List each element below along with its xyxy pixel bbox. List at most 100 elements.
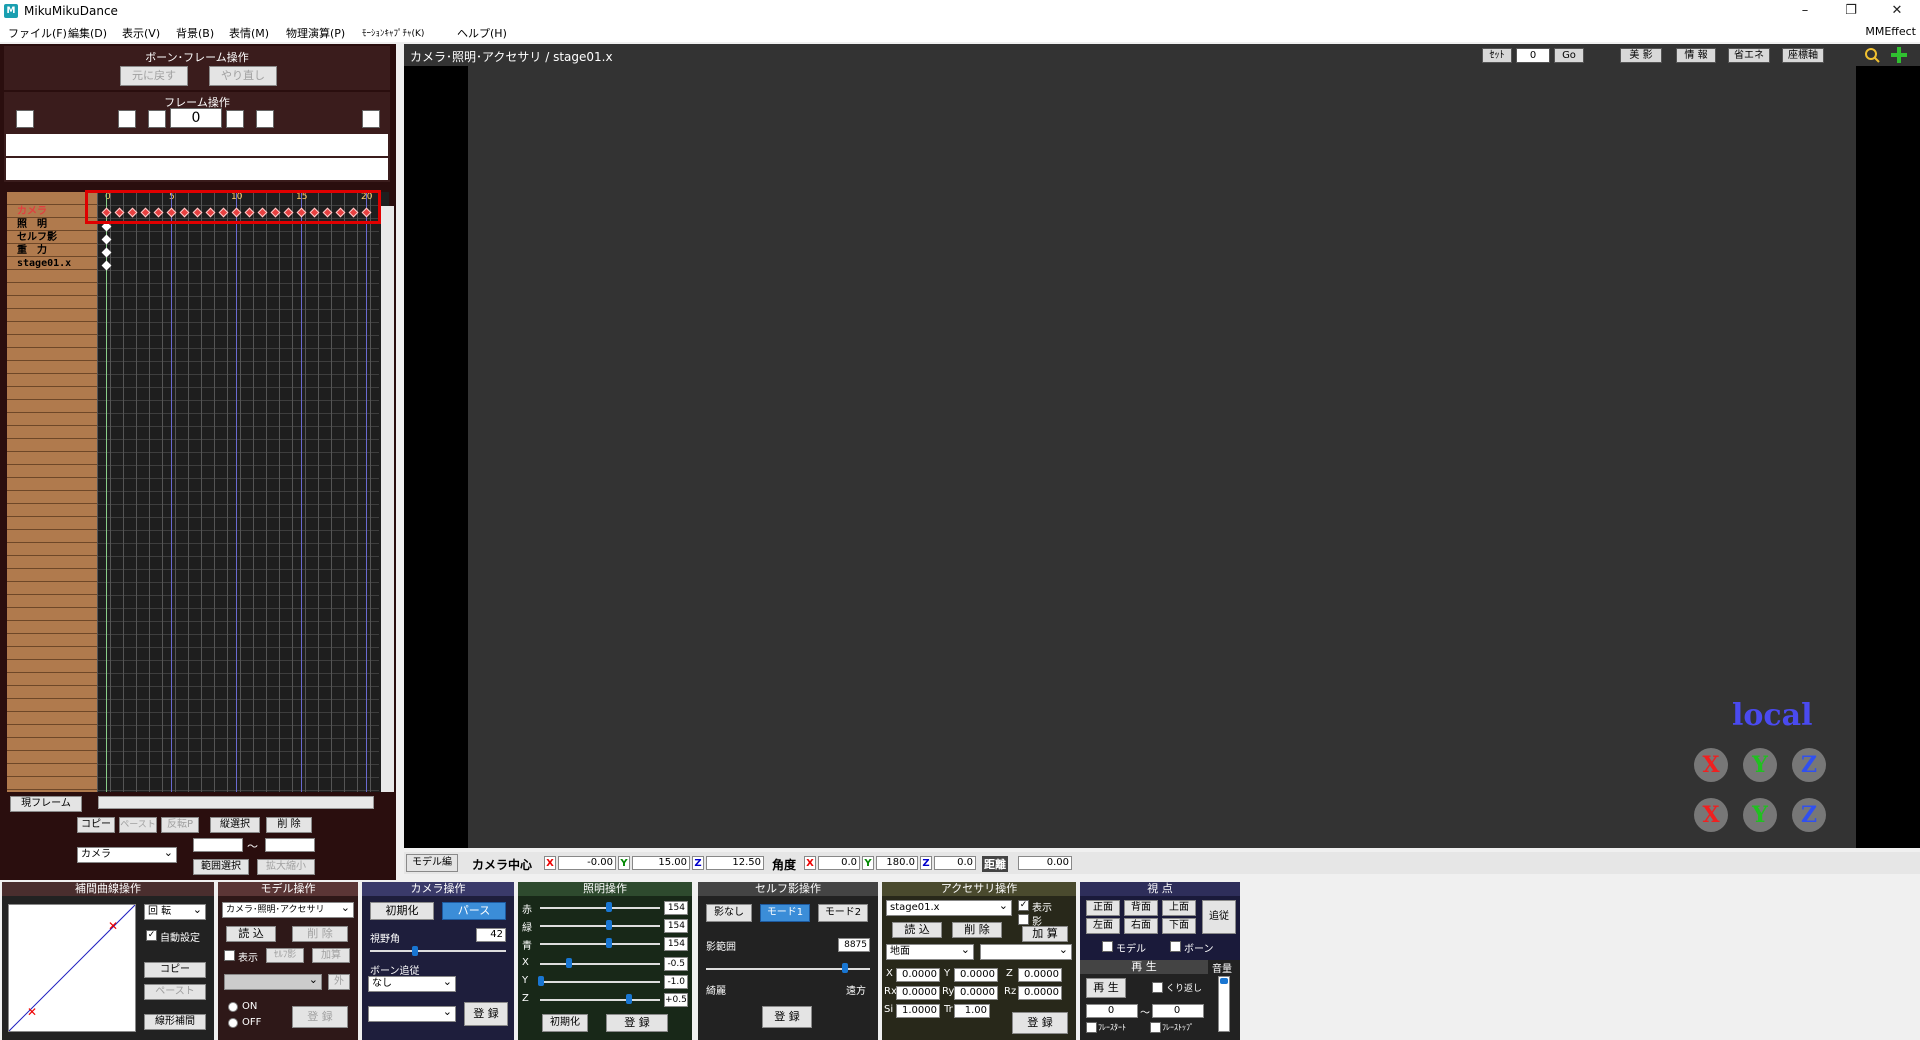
perspective-button[interactable]: パース	[442, 902, 506, 920]
linear-interp-button[interactable]: 線形補間	[144, 1014, 206, 1030]
blue-slider[interactable]	[540, 943, 660, 945]
view-bottom-button[interactable]: 下面	[1162, 918, 1196, 934]
rotate-x-icon[interactable]: X	[1694, 748, 1728, 782]
interp-copy-button[interactable]: コピー	[144, 962, 206, 978]
keyframe-marker[interactable]	[101, 247, 112, 258]
light-init-button[interactable]: 初期化	[542, 1014, 588, 1032]
off-radio[interactable]	[228, 1018, 238, 1028]
menu-edit[interactable]: 編集(D)	[68, 25, 107, 41]
interpolation-curve[interactable]: ✕ ✕	[8, 904, 136, 1032]
accessory-rx[interactable]: 0.0000	[896, 986, 940, 1000]
auto-set-checkbox[interactable]: ✓	[146, 930, 157, 941]
shadow-range-value[interactable]: 8875	[838, 938, 870, 952]
model-delete-button[interactable]: 削 除	[292, 926, 348, 942]
accessory-delete-button[interactable]: 削 除	[952, 922, 1002, 938]
model-load-button[interactable]: 読 込	[226, 926, 276, 942]
menu-help[interactable]: ヘルプ(H)	[457, 25, 507, 41]
accessory-ry[interactable]: 0.0000	[954, 986, 998, 1000]
keyframe-marker[interactable]	[101, 260, 112, 271]
accessory-parent-bone-select[interactable]	[980, 943, 1072, 960]
light-z-value[interactable]: +0.5	[664, 993, 688, 1007]
maximize-button[interactable]: ❐	[1828, 0, 1874, 22]
beauty-shadow-button[interactable]: 美 影	[1620, 48, 1662, 63]
repeat-checkbox[interactable]	[1152, 982, 1163, 993]
move-z-icon[interactable]: Z	[1792, 798, 1826, 832]
menu-expression[interactable]: 表情(M)	[229, 25, 269, 41]
frame-stop-checkbox[interactable]	[1150, 1022, 1161, 1033]
accessory-rz[interactable]: 0.0000	[1018, 986, 1062, 1000]
light-x-slider[interactable]	[540, 963, 660, 965]
view-left-button[interactable]: 左面	[1086, 918, 1120, 934]
row-label-gravity[interactable]: 重 力	[17, 245, 47, 257]
redo-button[interactable]: やり直し	[209, 66, 277, 86]
keyframe-timeline[interactable]: カメラ 照 明 セルフ影 重 力 stage01.x 0 5 10 15 20	[7, 190, 394, 792]
current-frame-button[interactable]: 現フレーム	[10, 796, 82, 812]
model-show-checkbox[interactable]	[224, 950, 235, 961]
move-plus-icon[interactable]	[1890, 46, 1908, 64]
timeline-horizontal-scrollbar[interactable]	[98, 796, 374, 809]
green-slider[interactable]	[540, 925, 660, 927]
last-frame-button[interactable]: >|	[362, 110, 380, 128]
accessory-x[interactable]: 0.0000	[896, 968, 940, 982]
outer-parent-button[interactable]: 外	[328, 974, 350, 990]
frame-number-input[interactable]: 0	[170, 108, 222, 128]
accessory-scale[interactable]: 1.0000	[896, 1004, 940, 1018]
view-follow-button[interactable]: 追従	[1202, 900, 1236, 934]
row-label-stage[interactable]: stage01.x	[17, 258, 71, 270]
menu-mmeffect[interactable]: MMEffect	[1865, 25, 1916, 38]
next-frame-button[interactable]: >	[226, 110, 244, 128]
light-y-value[interactable]: -1.0	[664, 975, 688, 989]
camera-center-z[interactable]: 12.50	[706, 856, 764, 870]
view-front-button[interactable]: 正面	[1086, 900, 1120, 916]
timeline-vertical-scrollbar[interactable]	[381, 206, 394, 792]
camera-center-y[interactable]: 15.00	[632, 856, 690, 870]
keyframe-marker[interactable]	[101, 234, 112, 245]
angle-x[interactable]: 0.0	[818, 856, 860, 870]
accessory-y[interactable]: 0.0000	[954, 968, 998, 982]
next-key-button[interactable]: >.	[256, 110, 274, 128]
menu-motion-capture[interactable]: ﾓｰｼｮﾝｷｬﾌﾟﾁｬ(K)	[362, 26, 424, 39]
rotate-y-icon[interactable]: Y	[1743, 748, 1777, 782]
frame-start-checkbox[interactable]	[1086, 1022, 1097, 1033]
target-select[interactable]: カメラ	[77, 846, 177, 863]
reverse-paste-button[interactable]: 反転P	[161, 817, 199, 833]
camera-register-button[interactable]: 登 録	[464, 1002, 508, 1026]
light-register-button[interactable]: 登 録	[606, 1014, 668, 1032]
volume-slider[interactable]	[1218, 976, 1230, 1032]
move-x-icon[interactable]: X	[1694, 798, 1728, 832]
close-button[interactable]: ✕	[1874, 0, 1920, 22]
light-z-slider[interactable]	[540, 999, 660, 1001]
blue-slider-knob[interactable]	[606, 938, 612, 948]
info-button[interactable]: 情 報	[1676, 48, 1716, 63]
model-bone-select[interactable]	[224, 973, 322, 990]
search-zoom-icon[interactable]	[1864, 47, 1880, 63]
interp-target-select[interactable]: 回 転	[144, 903, 206, 920]
view-right-button[interactable]: 右面	[1124, 918, 1158, 934]
angle-y[interactable]: 180.0	[876, 856, 918, 870]
minimize-button[interactable]: –	[1782, 0, 1828, 22]
prev-frame-button[interactable]: <	[148, 110, 166, 128]
fov-value[interactable]: 42	[476, 928, 506, 942]
accessory-shadow-checkbox[interactable]	[1018, 914, 1029, 925]
view-back-button[interactable]: 背面	[1124, 900, 1158, 916]
green-value[interactable]: 154	[664, 919, 688, 933]
timeline-grid[interactable]: 0 5 10 15 20	[85, 190, 381, 792]
shadow-mode1-button[interactable]: モード1	[760, 904, 810, 922]
menu-physics[interactable]: 物理演算(P)	[286, 25, 345, 41]
green-slider-knob[interactable]	[606, 920, 612, 930]
camera-init-button[interactable]: 初期化	[370, 902, 434, 920]
angle-z[interactable]: 0.0	[934, 856, 976, 870]
self-shadow-button[interactable]: ｾﾙﾌ影	[266, 948, 304, 963]
menu-view[interactable]: 表示(V)	[122, 25, 160, 41]
interp-paste-button[interactable]: ペースト	[144, 984, 206, 1000]
accessory-add-button[interactable]: 加 算	[1022, 926, 1068, 942]
red-value[interactable]: 154	[664, 901, 688, 915]
move-y-icon[interactable]: Y	[1743, 798, 1777, 832]
model-register-button[interactable]: 登 録	[292, 1006, 348, 1028]
accessory-select[interactable]: stage01.x	[886, 899, 1012, 916]
red-slider-knob[interactable]	[606, 902, 612, 912]
model-add-button[interactable]: 加算	[312, 948, 350, 963]
light-x-slider-knob[interactable]	[566, 958, 572, 968]
accessory-parent-model-select[interactable]: 地面	[886, 943, 974, 960]
light-y-slider[interactable]	[540, 981, 660, 983]
